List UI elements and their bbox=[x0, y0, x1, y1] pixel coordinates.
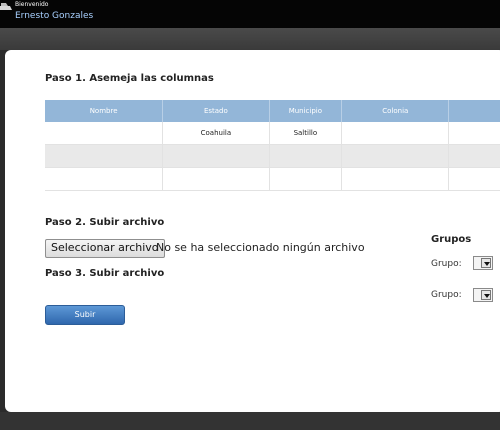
table-cell bbox=[448, 122, 500, 145]
step2-title: Paso 2. Subir archivo bbox=[45, 217, 165, 228]
logo-icon bbox=[0, 3, 12, 10]
step1-title: Paso 1. Asemeja las columnas bbox=[45, 73, 214, 84]
table-cell bbox=[45, 122, 164, 145]
column-header-colonia[interactable]: Colonia bbox=[341, 100, 450, 122]
table-cell bbox=[341, 144, 450, 168]
column-header-extra[interactable] bbox=[448, 100, 500, 122]
table-cell: Coahuila bbox=[162, 122, 270, 145]
table-cell bbox=[45, 167, 164, 191]
table-cell bbox=[45, 144, 164, 168]
header-band bbox=[0, 28, 500, 50]
top-bar: Bienvenido Ernesto Gonzales bbox=[0, 0, 500, 28]
greeting-text: Bienvenido bbox=[15, 1, 49, 8]
table-cell bbox=[448, 144, 500, 168]
table-cell: Saltillo bbox=[269, 122, 343, 145]
table-cell bbox=[341, 122, 450, 145]
group-label-2: Grupo: bbox=[431, 290, 462, 300]
table-cell bbox=[269, 144, 343, 168]
submit-button[interactable]: Subir bbox=[45, 305, 125, 325]
column-header-nombre[interactable]: Nombre bbox=[45, 100, 164, 122]
table-row bbox=[45, 144, 500, 168]
chevron-down-icon bbox=[481, 258, 491, 268]
table-row: Coahuila Saltillo bbox=[45, 122, 500, 145]
column-mapping-table: Nombre Estado Municipio Colonia Coahuila… bbox=[45, 100, 500, 191]
column-header-estado[interactable]: Estado bbox=[162, 100, 270, 122]
chevron-down-icon bbox=[481, 290, 491, 300]
group-label-1: Grupo: bbox=[431, 259, 462, 269]
table-cell bbox=[269, 167, 343, 191]
table-cell bbox=[341, 167, 450, 191]
table-cell bbox=[448, 167, 500, 191]
main-card: Paso 1. Asemeja las columnas Nombre Esta… bbox=[5, 50, 500, 412]
table-header-row: Nombre Estado Municipio Colonia bbox=[45, 100, 500, 122]
table-cell bbox=[162, 167, 270, 191]
table-cell bbox=[162, 144, 270, 168]
group-select-2[interactable] bbox=[473, 288, 493, 302]
file-status-text: No se ha seleccionado ningún archivo bbox=[156, 241, 365, 254]
group-select-1[interactable] bbox=[473, 256, 493, 270]
groups-title: Grupos bbox=[431, 234, 472, 245]
column-header-municipio[interactable]: Municipio bbox=[269, 100, 343, 122]
user-name-link[interactable]: Ernesto Gonzales bbox=[15, 11, 93, 22]
select-file-button[interactable]: Seleccionar archivo bbox=[45, 239, 165, 258]
step3-title: Paso 3. Subir archivo bbox=[45, 268, 165, 279]
bottom-edge bbox=[0, 412, 500, 430]
table-row bbox=[45, 167, 500, 191]
